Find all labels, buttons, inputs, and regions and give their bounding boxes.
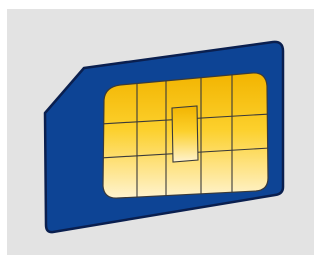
sim-chip xyxy=(102,72,269,199)
sim-card-graphic xyxy=(43,40,285,234)
sim-card-illustration xyxy=(0,0,320,260)
